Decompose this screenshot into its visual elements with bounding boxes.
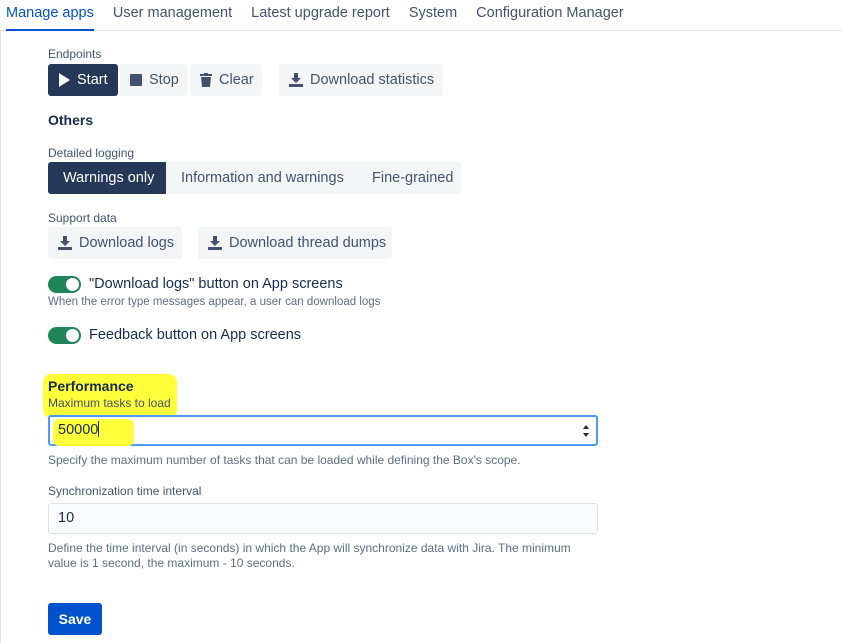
download-logs-label: Download logs [79,235,175,251]
download-icon [208,236,222,250]
sync-interval-help-line-1: Define the time interval (in seconds) in… [48,541,571,555]
toggle-knob [66,329,79,342]
download-thread-dumps-label: Download thread dumps [229,235,387,251]
download-icon [58,236,72,250]
max-tasks-input[interactable]: 50000 [48,415,598,446]
logging-option-fine-grained[interactable]: Fine-grained [357,162,461,194]
performance-heading: Performance [48,378,134,394]
start-button[interactable]: Start [48,64,118,96]
logging-option-warnings-only[interactable]: Warnings only [48,162,166,194]
spinner-arrows-icon[interactable] [582,424,590,438]
download-logs-button[interactable]: Download logs [48,227,182,259]
others-heading: Others [48,112,94,128]
tab-user-management[interactable]: User management [113,0,232,30]
download-logs-toggle-label: "Download logs" button on App screens [89,276,343,292]
feedback-toggle-label: Feedback button on App screens [89,327,302,343]
max-tasks-help: Specify the maximum number of tasks that… [48,453,521,467]
download-icon [289,73,303,87]
max-tasks-label: Maximum tasks to load [48,396,171,410]
sync-interval-input[interactable]: 10 [48,503,598,534]
stop-icon [130,74,142,86]
tab-system[interactable]: System [409,0,457,30]
tab-manage-apps[interactable]: Manage apps [6,0,94,31]
feedback-toggle[interactable] [48,327,81,344]
tab-latest-upgrade-report[interactable]: Latest upgrade report [251,0,390,30]
download-logs-toggle[interactable] [48,276,81,293]
trash-icon [200,73,212,87]
tab-configuration-manager[interactable]: Configuration Manager [476,0,624,30]
stop-button[interactable]: Stop [120,64,188,96]
clear-button[interactable]: Clear [190,64,262,96]
logging-option-information-and-warnings[interactable]: Information and warnings [166,162,357,194]
download-statistics-label: Download statistics [310,72,435,88]
download-thread-dumps-button[interactable]: Download thread dumps [198,227,392,259]
left-divider [0,31,1,643]
top-navigation: Manage apps User management Latest upgra… [0,0,842,31]
clear-button-label: Clear [219,72,254,88]
play-icon [59,73,70,87]
download-logs-toggle-help: When the error type messages appear, a u… [48,296,381,308]
text-caret [98,421,100,437]
support-data-label: Support data [48,211,117,225]
max-tasks-value: 50000 [58,422,99,438]
endpoints-label: Endpoints [48,47,102,61]
sync-interval-help-line-2: value is 1 second, the maximum - 10 seco… [48,556,295,570]
save-button[interactable]: Save [48,603,102,635]
stop-button-label: Stop [149,72,179,88]
start-button-label: Start [77,72,108,88]
sync-interval-label: Synchronization time interval [48,484,202,498]
download-statistics-button[interactable]: Download statistics [279,64,443,96]
toggle-knob [66,278,79,291]
detailed-logging-label: Detailed logging [48,146,135,160]
